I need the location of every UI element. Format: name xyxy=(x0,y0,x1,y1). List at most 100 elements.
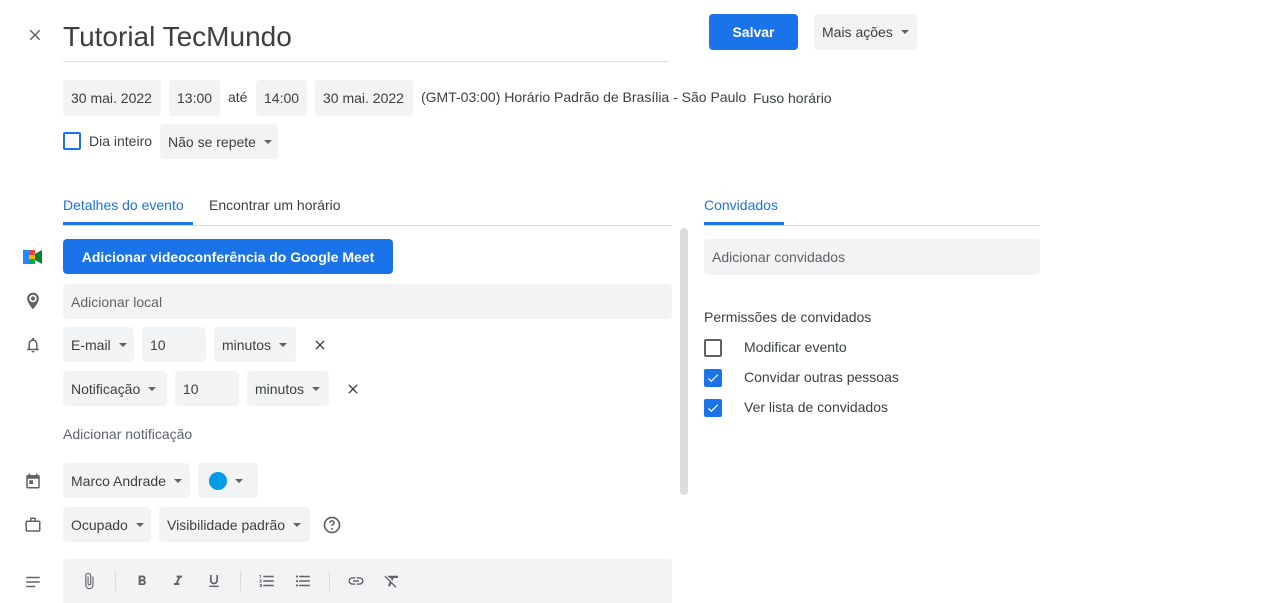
notification-2-unit: minutos xyxy=(255,380,305,397)
timezone-link[interactable]: Fuso horário xyxy=(753,90,832,106)
bulleted-list-button[interactable] xyxy=(293,571,313,591)
chevron-down-icon xyxy=(118,342,127,347)
bell-icon xyxy=(21,333,45,357)
end-time-value: 14:00 xyxy=(264,90,300,106)
chevron-down-icon xyxy=(148,386,157,391)
close-icon xyxy=(29,29,41,41)
invite-others-label: Convidar outras pessoas xyxy=(744,369,899,385)
calendar-icon xyxy=(21,469,45,493)
italic-button[interactable] xyxy=(168,571,188,591)
busy-status: Ocupado xyxy=(71,516,128,533)
location-input[interactable]: Adicionar local xyxy=(63,284,672,319)
add-guests-input[interactable]: Adicionar convidados xyxy=(704,239,1040,275)
chevron-down-icon xyxy=(135,522,144,527)
end-date-value: 30 mai. 2022 xyxy=(323,90,404,106)
repeat-value: Não se repete xyxy=(168,133,256,150)
checkmark-icon xyxy=(707,374,719,383)
more-actions-button[interactable]: Mais ações xyxy=(814,14,917,50)
add-notification-link[interactable]: Adicionar notificação xyxy=(63,426,192,442)
visibility: Visibilidade padrão xyxy=(167,516,286,533)
bulleted-list-icon xyxy=(295,575,310,587)
chevron-down-icon xyxy=(173,478,182,483)
start-date-value: 30 mai. 2022 xyxy=(71,90,152,106)
add-meet-button[interactable]: Adicionar videoconferência do Google Mee… xyxy=(63,239,393,274)
paperclip-icon xyxy=(85,572,94,590)
tabs-divider xyxy=(63,225,672,226)
save-label: Salvar xyxy=(732,24,775,40)
notification-1-value-input[interactable]: 10 xyxy=(142,327,206,362)
guests-divider xyxy=(704,225,1040,226)
numbered-list-icon xyxy=(259,575,274,587)
tab-event-details[interactable]: Detalhes do evento xyxy=(63,197,184,213)
add-guests-placeholder: Adicionar convidados xyxy=(712,249,846,265)
tab-guests[interactable]: Convidados xyxy=(704,197,778,213)
numbered-list-button[interactable] xyxy=(257,571,277,591)
description-icon xyxy=(21,570,45,594)
notification-2-type: Notificação xyxy=(71,380,141,397)
help-icon xyxy=(323,516,341,534)
bold-button[interactable] xyxy=(132,571,152,591)
close-button[interactable] xyxy=(23,23,47,47)
chevron-down-icon xyxy=(235,478,243,483)
link-icon xyxy=(348,577,364,585)
notification-1-value: 10 xyxy=(150,336,166,353)
italic-icon xyxy=(174,575,182,585)
location-pin-icon xyxy=(21,289,45,313)
title-input[interactable]: Tutorial TecMundo xyxy=(63,18,669,62)
checkmark-icon xyxy=(707,404,719,413)
save-button[interactable]: Salvar xyxy=(709,14,798,50)
attachment-button[interactable] xyxy=(79,571,99,591)
remove-notification-2-button[interactable] xyxy=(341,377,365,401)
calendar-owner-dropdown[interactable]: Marco Andrade xyxy=(63,463,190,498)
tab-find-time-label: Encontrar um horário xyxy=(209,197,341,213)
add-meet-label: Adicionar videoconferência do Google Mee… xyxy=(81,248,375,265)
timezone-text: (GMT-03:00) Horário Padrão de Brasília -… xyxy=(421,89,747,105)
notification-2-type-dropdown[interactable]: Notificação xyxy=(63,371,167,406)
close-icon xyxy=(315,340,325,350)
start-date-field[interactable]: 30 mai. 2022 xyxy=(63,80,161,116)
clear-formatting-button[interactable] xyxy=(382,571,402,591)
tab-event-details-label: Detalhes do evento xyxy=(63,197,184,213)
description-toolbar xyxy=(63,559,672,603)
details-scrollbar[interactable] xyxy=(680,228,688,495)
all-day-checkbox[interactable] xyxy=(63,132,81,150)
visibility-dropdown[interactable]: Visibilidade padrão xyxy=(159,507,310,542)
end-time-field[interactable]: 14:00 xyxy=(256,80,307,116)
color-swatch xyxy=(209,471,227,490)
underline-button[interactable] xyxy=(204,571,224,591)
notification-2-value: 10 xyxy=(183,380,199,397)
notification-2-value-input[interactable]: 10 xyxy=(175,371,239,406)
toolbar-separator xyxy=(115,571,116,591)
event-color-dropdown[interactable] xyxy=(198,463,258,498)
close-icon xyxy=(348,384,358,394)
link-button[interactable] xyxy=(346,571,366,591)
all-day-label: Dia inteiro xyxy=(89,133,153,149)
start-time-field[interactable]: 13:00 xyxy=(169,80,220,116)
underline-icon xyxy=(209,575,219,587)
notification-1-unit: minutos xyxy=(222,336,272,353)
notification-1-unit-dropdown[interactable]: minutos xyxy=(214,327,296,362)
chevron-down-icon xyxy=(263,139,272,144)
busy-status-dropdown[interactable]: Ocupado xyxy=(63,507,151,542)
notification-1-type: E-mail xyxy=(71,336,111,353)
invite-others-checkbox[interactable] xyxy=(704,369,722,387)
briefcase-icon xyxy=(21,513,45,537)
notification-2-unit-dropdown[interactable]: minutos xyxy=(247,371,329,406)
guest-permissions-title: Permissões de convidados xyxy=(704,309,872,325)
chevron-down-icon xyxy=(900,30,909,34)
chevron-down-icon xyxy=(279,342,288,347)
until-label: até xyxy=(228,89,248,105)
chevron-down-icon xyxy=(312,386,321,391)
repeat-dropdown[interactable]: Não se repete xyxy=(160,124,278,159)
end-date-field[interactable]: 30 mai. 2022 xyxy=(315,80,413,116)
help-button[interactable] xyxy=(320,513,344,537)
tab-guests-label: Convidados xyxy=(704,197,778,213)
location-placeholder: Adicionar local xyxy=(71,293,163,310)
modify-event-checkbox[interactable] xyxy=(704,339,722,357)
toolbar-separator xyxy=(329,571,330,591)
see-guest-list-checkbox[interactable] xyxy=(704,399,722,417)
google-meet-icon xyxy=(21,245,45,269)
notification-1-type-dropdown[interactable]: E-mail xyxy=(63,327,134,362)
tab-find-time[interactable]: Encontrar um horário xyxy=(209,197,341,213)
remove-notification-1-button[interactable] xyxy=(308,333,332,357)
